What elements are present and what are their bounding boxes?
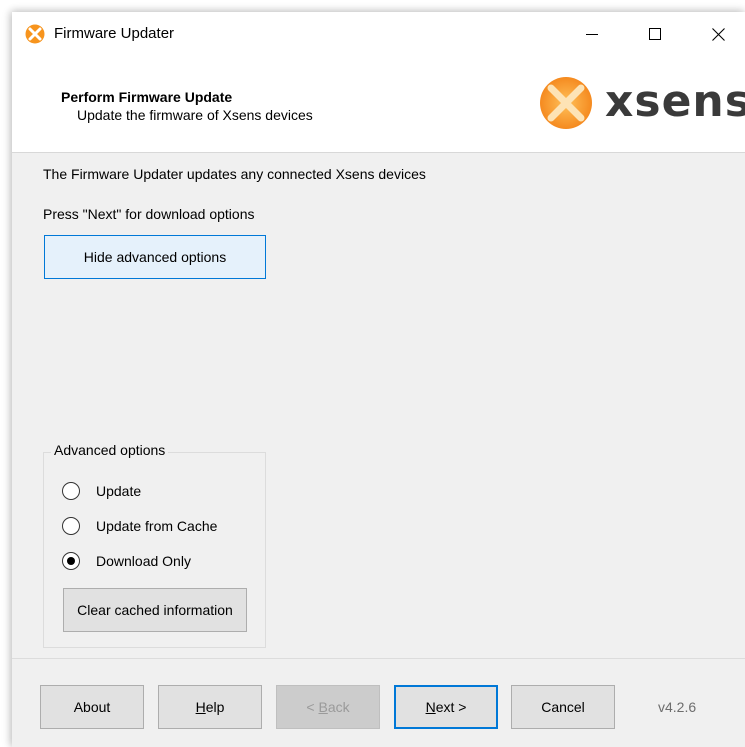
maximize-icon xyxy=(649,28,661,40)
next-mnemonic: N xyxy=(425,699,436,715)
help-mnemonic: H xyxy=(195,699,206,715)
radio-update-from-cache[interactable]: Update from Cache xyxy=(62,517,217,535)
page-title: Perform Firmware Update xyxy=(61,89,233,105)
next-button[interactable]: Next > xyxy=(394,685,498,729)
xsens-x-icon xyxy=(25,24,45,44)
description-text: The Firmware Updater updates any connect… xyxy=(43,166,426,182)
radio-label: Update from Cache xyxy=(96,518,218,534)
window-title: Firmware Updater xyxy=(54,25,175,42)
footer-divider xyxy=(12,658,745,659)
version-label: v4.2.6 xyxy=(658,699,697,715)
logo-wordmark: xsens xyxy=(605,76,745,127)
radio-download-only[interactable]: Download Only xyxy=(62,552,191,570)
title-bar: Firmware Updater xyxy=(12,12,745,56)
help-button[interactable]: Help xyxy=(158,685,262,729)
radio-circle-icon xyxy=(62,482,80,500)
back-mnemonic: B xyxy=(318,699,328,715)
minimize-button[interactable] xyxy=(569,12,615,56)
hide-advanced-options-button[interactable]: Hide advanced options xyxy=(44,235,266,279)
next-label-rest: ext > xyxy=(435,699,467,715)
advanced-options-legend: Advanced options xyxy=(51,442,169,458)
radio-label: Update xyxy=(96,483,142,499)
maximize-button[interactable] xyxy=(632,12,678,56)
firmware-updater-window: Firmware Updater Perform Firmware Update… xyxy=(12,12,745,747)
radio-circle-icon xyxy=(62,517,80,535)
xsens-logo-mark-icon xyxy=(540,77,592,129)
wizard-header: Perform Firmware Update Update the firmw… xyxy=(12,56,745,153)
radio-label: Download Only xyxy=(96,553,191,569)
back-prefix: < xyxy=(306,699,319,715)
page-subtitle: Update the firmware of Xsens devices xyxy=(77,107,313,123)
help-label-rest: elp xyxy=(205,699,225,715)
xsens-logo: xsens xyxy=(536,73,745,133)
close-button[interactable] xyxy=(695,12,741,56)
radio-selected-icon xyxy=(62,552,80,570)
minimize-icon xyxy=(586,34,598,35)
back-label-rest: ack xyxy=(327,699,350,715)
close-icon xyxy=(711,27,725,41)
back-button[interactable]: < Back xyxy=(276,685,380,729)
about-button[interactable]: About xyxy=(40,685,144,729)
clear-cached-information-button[interactable]: Clear cached information xyxy=(63,588,247,632)
cancel-button[interactable]: Cancel xyxy=(511,685,615,729)
instruction-text: Press "Next" for download options xyxy=(43,206,255,222)
radio-update[interactable]: Update xyxy=(62,482,141,500)
